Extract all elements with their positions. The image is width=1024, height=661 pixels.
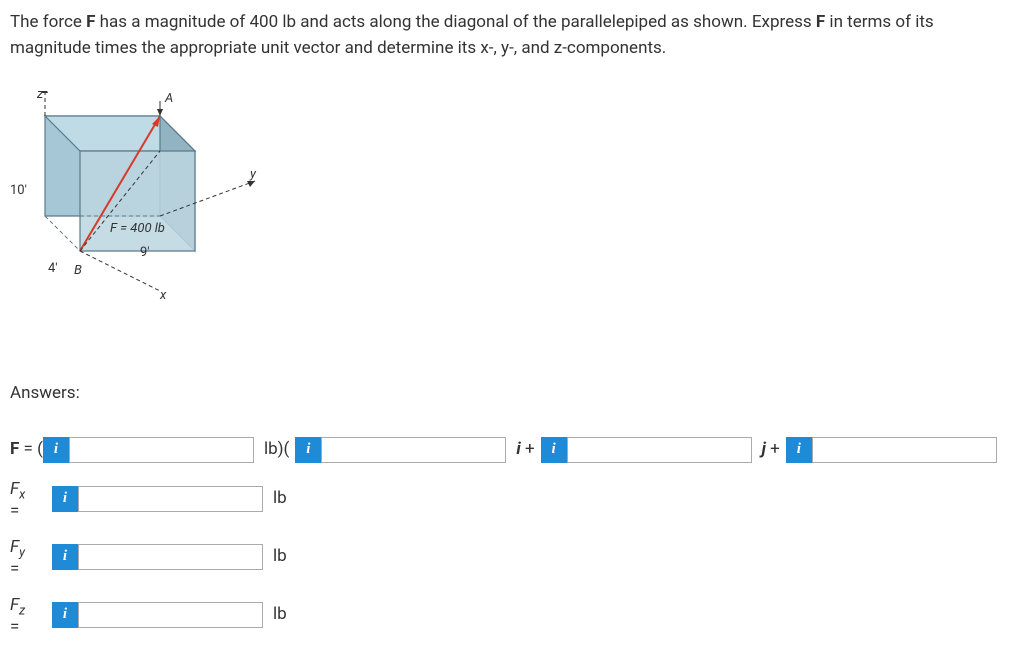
fx-eq: = [10,502,19,521]
info-button-magnitude[interactable]: i [43,437,69,463]
problem-part-1a: The force [10,12,86,32]
problem-F-2: F [816,12,825,32]
problem-statement: The force F has a magnitude of 400 lb an… [10,10,1014,61]
vector-F-label: F [10,439,19,459]
info-button-fy[interactable]: i [52,544,78,570]
fy-eq: = [10,560,19,579]
point-a-label: A [165,89,173,109]
point-b-label: B [74,261,82,281]
info-button-fx[interactable]: i [52,486,78,512]
fz-sub: z [19,603,25,618]
fx-F: F [10,479,19,499]
fx-unit: lb [273,486,287,512]
fx-input[interactable] [78,486,263,512]
fx-sub: x [19,487,25,502]
depth-label: 4' [48,259,58,279]
problem-part-1b: has a magnitude of 400 lb and acts along… [95,12,815,32]
answer-row-fz: Fz = i lb [10,593,1014,637]
info-button-k-comp[interactable]: i [786,437,812,463]
force-label: F = 400 lb [110,219,165,239]
info-button-fz[interactable]: i [52,602,78,628]
unit-lb-paren: lb)( [264,437,289,463]
width-label: 9' [140,243,150,263]
z-axis-label: z [37,85,43,105]
j-component-input[interactable] [567,437,752,463]
info-button-j-comp[interactable]: i [541,437,567,463]
fz-unit: lb [273,602,287,628]
fy-sub: y [19,545,25,560]
y-axis-label: y [250,165,256,185]
problem-part-1c: in terms of its [825,12,933,32]
i-component-input[interactable] [321,437,506,463]
k-component-input[interactable] [812,437,997,463]
vector-eq-paren: = ( [19,439,43,459]
fy-F: F [10,537,19,557]
info-button-i-comp[interactable]: i [295,437,321,463]
answer-row-fx: Fx = i lb [10,477,1014,521]
parallelepiped-diagram: z y x A B 10' 4' 9' F = 400 lb [10,91,270,351]
problem-part-2: magnitude times the appropriate unit vec… [10,38,666,58]
fz-F: F [10,595,19,615]
fz-input[interactable] [78,602,263,628]
answer-row-vector: F = ( i lb)( i i + i j + i [10,437,1014,463]
answers-heading: Answers: [10,381,1014,407]
height-label: 10' [10,181,27,201]
fz-eq: = [10,618,19,637]
fy-input[interactable] [78,544,263,570]
magnitude-input[interactable] [69,437,254,463]
x-axis-label: x [160,286,166,306]
answer-row-fy: Fy = i lb [10,535,1014,579]
fy-unit: lb [273,544,287,570]
